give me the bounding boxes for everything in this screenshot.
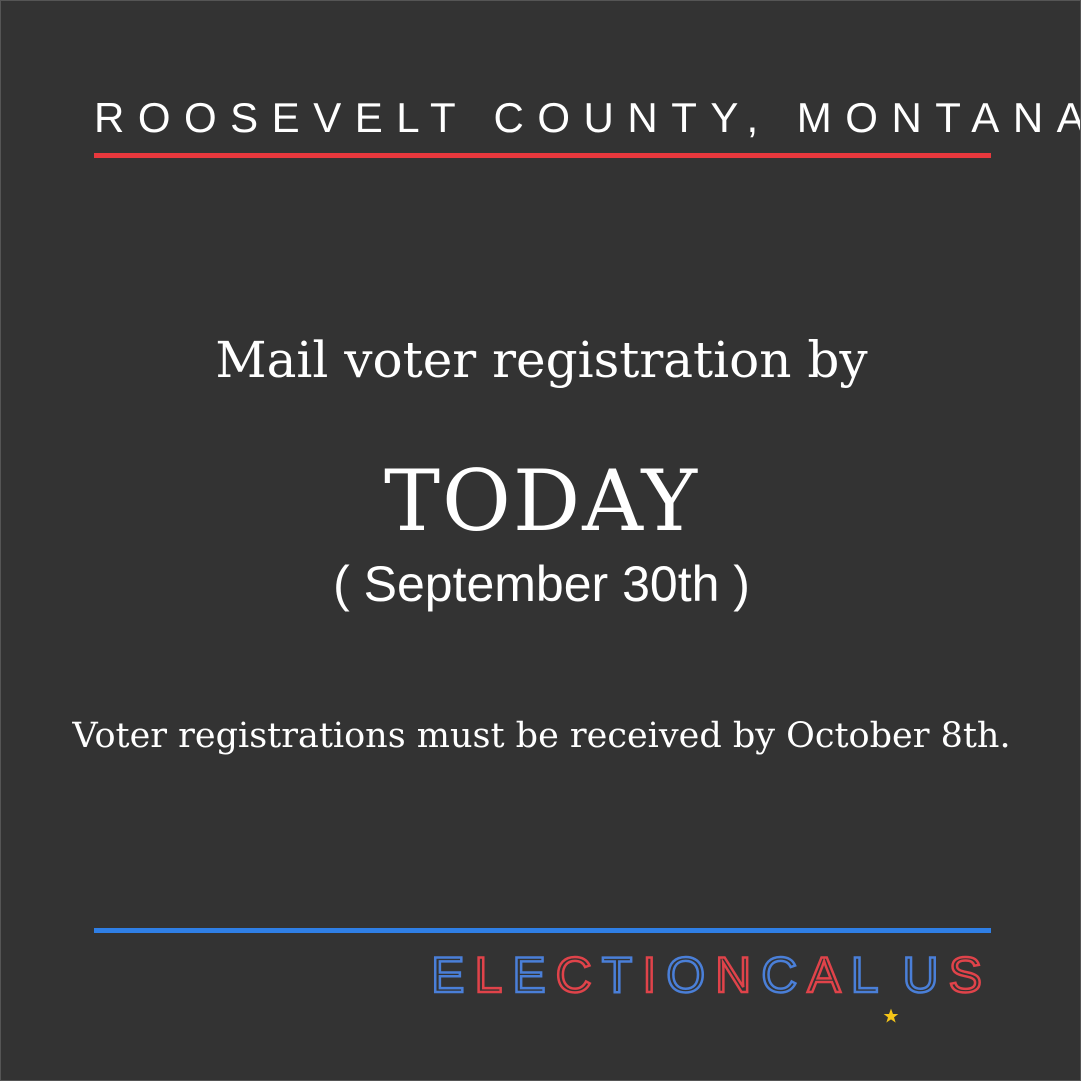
bottom-divider: [94, 928, 991, 933]
star-icon: [883, 978, 899, 1023]
brand-logo: ELECTIONCALUS: [430, 947, 992, 1023]
headline: Mail voter registration by: [215, 331, 868, 389]
deadline-date: ( September 30th ): [333, 556, 750, 612]
top-divider: [94, 153, 991, 158]
received-by-note: Voter registrations must be received by …: [72, 716, 1011, 756]
county-title: ROOSEVELT COUNTY, MONTANA: [94, 94, 1081, 141]
deadline-word: TODAY: [384, 452, 699, 550]
graphic-card: ROOSEVELT COUNTY, MONTANA Mail voter reg…: [0, 0, 1081, 1081]
